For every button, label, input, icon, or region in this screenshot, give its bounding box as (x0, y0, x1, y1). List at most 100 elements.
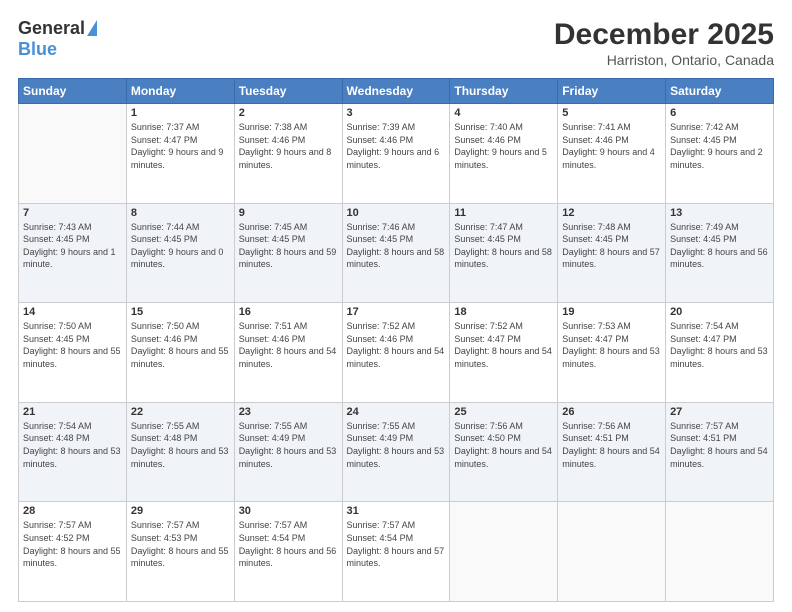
calendar-week-row: 7 Sunrise: 7:43 AMSunset: 4:45 PMDayligh… (19, 203, 774, 303)
header-monday: Monday (126, 79, 234, 104)
table-row: 13 Sunrise: 7:49 AMSunset: 4:45 PMDaylig… (666, 203, 774, 303)
day-info: Sunrise: 7:37 AMSunset: 4:47 PMDaylight:… (131, 122, 224, 170)
day-number: 28 (23, 505, 122, 517)
day-info: Sunrise: 7:48 AMSunset: 4:45 PMDaylight:… (562, 222, 660, 270)
day-info: Sunrise: 7:49 AMSunset: 4:45 PMDaylight:… (670, 222, 768, 270)
day-info: Sunrise: 7:54 AMSunset: 4:48 PMDaylight:… (23, 421, 121, 469)
day-info: Sunrise: 7:39 AMSunset: 4:46 PMDaylight:… (347, 122, 440, 170)
location: Harriston, Ontario, Canada (554, 52, 774, 68)
table-row: 26 Sunrise: 7:56 AMSunset: 4:51 PMDaylig… (558, 402, 666, 502)
logo-general-text: General (18, 18, 85, 39)
table-row: 4 Sunrise: 7:40 AMSunset: 4:46 PMDayligh… (450, 104, 558, 204)
table-row: 28 Sunrise: 7:57 AMSunset: 4:52 PMDaylig… (19, 502, 127, 602)
table-row (666, 502, 774, 602)
day-number: 6 (670, 107, 769, 119)
header-wednesday: Wednesday (342, 79, 450, 104)
table-row: 12 Sunrise: 7:48 AMSunset: 4:45 PMDaylig… (558, 203, 666, 303)
day-number: 23 (239, 406, 338, 418)
day-number: 5 (562, 107, 661, 119)
table-row: 2 Sunrise: 7:38 AMSunset: 4:46 PMDayligh… (234, 104, 342, 204)
day-info: Sunrise: 7:52 AMSunset: 4:46 PMDaylight:… (347, 321, 445, 369)
day-number: 16 (239, 306, 338, 318)
table-row: 9 Sunrise: 7:45 AMSunset: 4:45 PMDayligh… (234, 203, 342, 303)
table-row: 18 Sunrise: 7:52 AMSunset: 4:47 PMDaylig… (450, 303, 558, 403)
month-title: December 2025 (554, 18, 774, 52)
calendar-week-row: 14 Sunrise: 7:50 AMSunset: 4:45 PMDaylig… (19, 303, 774, 403)
logo: General Blue (18, 18, 97, 60)
table-row: 16 Sunrise: 7:51 AMSunset: 4:46 PMDaylig… (234, 303, 342, 403)
header-friday: Friday (558, 79, 666, 104)
day-info: Sunrise: 7:41 AMSunset: 4:46 PMDaylight:… (562, 122, 655, 170)
table-row: 23 Sunrise: 7:55 AMSunset: 4:49 PMDaylig… (234, 402, 342, 502)
day-info: Sunrise: 7:46 AMSunset: 4:45 PMDaylight:… (347, 222, 445, 270)
header-tuesday: Tuesday (234, 79, 342, 104)
day-info: Sunrise: 7:44 AMSunset: 4:45 PMDaylight:… (131, 222, 224, 270)
day-info: Sunrise: 7:45 AMSunset: 4:45 PMDaylight:… (239, 222, 337, 270)
table-row (450, 502, 558, 602)
day-info: Sunrise: 7:54 AMSunset: 4:47 PMDaylight:… (670, 321, 768, 369)
calendar-week-row: 28 Sunrise: 7:57 AMSunset: 4:52 PMDaylig… (19, 502, 774, 602)
table-row: 7 Sunrise: 7:43 AMSunset: 4:45 PMDayligh… (19, 203, 127, 303)
header-saturday: Saturday (666, 79, 774, 104)
logo-triangle-icon (87, 20, 97, 36)
table-row: 19 Sunrise: 7:53 AMSunset: 4:47 PMDaylig… (558, 303, 666, 403)
table-row: 25 Sunrise: 7:56 AMSunset: 4:50 PMDaylig… (450, 402, 558, 502)
day-number: 31 (347, 505, 446, 517)
day-number: 21 (23, 406, 122, 418)
day-number: 8 (131, 207, 230, 219)
day-info: Sunrise: 7:52 AMSunset: 4:47 PMDaylight:… (454, 321, 552, 369)
day-info: Sunrise: 7:40 AMSunset: 4:46 PMDaylight:… (454, 122, 547, 170)
day-info: Sunrise: 7:38 AMSunset: 4:46 PMDaylight:… (239, 122, 332, 170)
day-info: Sunrise: 7:57 AMSunset: 4:52 PMDaylight:… (23, 520, 121, 568)
table-row: 30 Sunrise: 7:57 AMSunset: 4:54 PMDaylig… (234, 502, 342, 602)
day-number: 25 (454, 406, 553, 418)
table-row (19, 104, 127, 204)
day-number: 11 (454, 207, 553, 219)
header: General Blue December 2025 Harriston, On… (18, 18, 774, 68)
day-number: 13 (670, 207, 769, 219)
day-number: 20 (670, 306, 769, 318)
day-number: 4 (454, 107, 553, 119)
day-number: 18 (454, 306, 553, 318)
day-number: 29 (131, 505, 230, 517)
day-info: Sunrise: 7:57 AMSunset: 4:53 PMDaylight:… (131, 520, 229, 568)
day-info: Sunrise: 7:57 AMSunset: 4:54 PMDaylight:… (239, 520, 337, 568)
calendar-table: Sunday Monday Tuesday Wednesday Thursday… (18, 78, 774, 602)
day-number: 24 (347, 406, 446, 418)
day-number: 7 (23, 207, 122, 219)
day-number: 3 (347, 107, 446, 119)
title-section: December 2025 Harriston, Ontario, Canada (554, 18, 774, 68)
table-row (558, 502, 666, 602)
table-row: 29 Sunrise: 7:57 AMSunset: 4:53 PMDaylig… (126, 502, 234, 602)
day-number: 1 (131, 107, 230, 119)
page: General Blue December 2025 Harriston, On… (0, 0, 792, 612)
day-info: Sunrise: 7:53 AMSunset: 4:47 PMDaylight:… (562, 321, 660, 369)
table-row: 27 Sunrise: 7:57 AMSunset: 4:51 PMDaylig… (666, 402, 774, 502)
day-info: Sunrise: 7:42 AMSunset: 4:45 PMDaylight:… (670, 122, 763, 170)
day-info: Sunrise: 7:57 AMSunset: 4:51 PMDaylight:… (670, 421, 768, 469)
day-info: Sunrise: 7:55 AMSunset: 4:48 PMDaylight:… (131, 421, 229, 469)
table-row: 31 Sunrise: 7:57 AMSunset: 4:54 PMDaylig… (342, 502, 450, 602)
day-number: 12 (562, 207, 661, 219)
day-info: Sunrise: 7:43 AMSunset: 4:45 PMDaylight:… (23, 222, 116, 270)
day-info: Sunrise: 7:50 AMSunset: 4:46 PMDaylight:… (131, 321, 229, 369)
table-row: 10 Sunrise: 7:46 AMSunset: 4:45 PMDaylig… (342, 203, 450, 303)
table-row: 22 Sunrise: 7:55 AMSunset: 4:48 PMDaylig… (126, 402, 234, 502)
day-info: Sunrise: 7:55 AMSunset: 4:49 PMDaylight:… (239, 421, 337, 469)
table-row: 20 Sunrise: 7:54 AMSunset: 4:47 PMDaylig… (666, 303, 774, 403)
day-number: 26 (562, 406, 661, 418)
table-row: 24 Sunrise: 7:55 AMSunset: 4:49 PMDaylig… (342, 402, 450, 502)
day-info: Sunrise: 7:56 AMSunset: 4:51 PMDaylight:… (562, 421, 660, 469)
day-number: 9 (239, 207, 338, 219)
day-number: 10 (347, 207, 446, 219)
table-row: 1 Sunrise: 7:37 AMSunset: 4:47 PMDayligh… (126, 104, 234, 204)
day-number: 19 (562, 306, 661, 318)
day-info: Sunrise: 7:51 AMSunset: 4:46 PMDaylight:… (239, 321, 337, 369)
day-number: 30 (239, 505, 338, 517)
table-row: 3 Sunrise: 7:39 AMSunset: 4:46 PMDayligh… (342, 104, 450, 204)
day-number: 15 (131, 306, 230, 318)
header-sunday: Sunday (19, 79, 127, 104)
day-info: Sunrise: 7:57 AMSunset: 4:54 PMDaylight:… (347, 520, 445, 568)
table-row: 17 Sunrise: 7:52 AMSunset: 4:46 PMDaylig… (342, 303, 450, 403)
day-info: Sunrise: 7:55 AMSunset: 4:49 PMDaylight:… (347, 421, 445, 469)
